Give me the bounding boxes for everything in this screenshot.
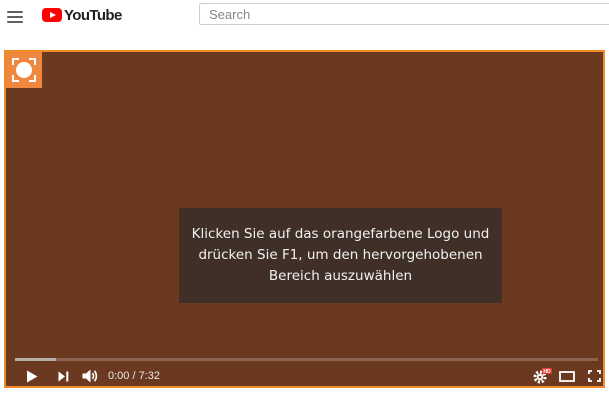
theater-mode-button[interactable]	[558, 365, 576, 387]
top-bar: YouTube	[0, 0, 609, 38]
next-icon	[58, 371, 68, 381]
menu-icon[interactable]	[7, 10, 23, 24]
orange-select-logo[interactable]	[6, 52, 42, 88]
settings-button[interactable]: HD	[532, 365, 552, 387]
play-button[interactable]	[24, 365, 40, 387]
fullscreen-button[interactable]	[586, 365, 602, 387]
search-input[interactable]	[199, 3, 609, 25]
hd-badge: HD	[543, 369, 551, 375]
progress-bar[interactable]	[15, 358, 598, 361]
fullscreen-icon	[587, 370, 601, 382]
player-controls: 0:00 / 7:32 HD	[6, 365, 603, 387]
duration: 7:32	[138, 370, 161, 382]
youtube-logo[interactable]: YouTube	[42, 6, 122, 24]
volume-button[interactable]	[81, 365, 99, 387]
instruction-message: Klicken Sie auf das orangefarbene Logo u…	[179, 208, 502, 303]
theater-mode-icon	[559, 370, 575, 382]
current-time: 0:00	[108, 370, 130, 382]
settings-icon: HD	[533, 368, 552, 384]
logo-text: YouTube	[64, 6, 122, 24]
volume-icon	[82, 369, 97, 383]
progress-fill	[15, 358, 56, 361]
time-separator: /	[129, 370, 139, 382]
time-display: 0:00 / 7:32	[108, 365, 160, 387]
video-player[interactable]: Klicken Sie auf das orangefarbene Logo u…	[4, 50, 605, 388]
play-icon	[27, 370, 38, 382]
next-button[interactable]	[56, 365, 70, 387]
youtube-logo-icon	[42, 8, 62, 22]
